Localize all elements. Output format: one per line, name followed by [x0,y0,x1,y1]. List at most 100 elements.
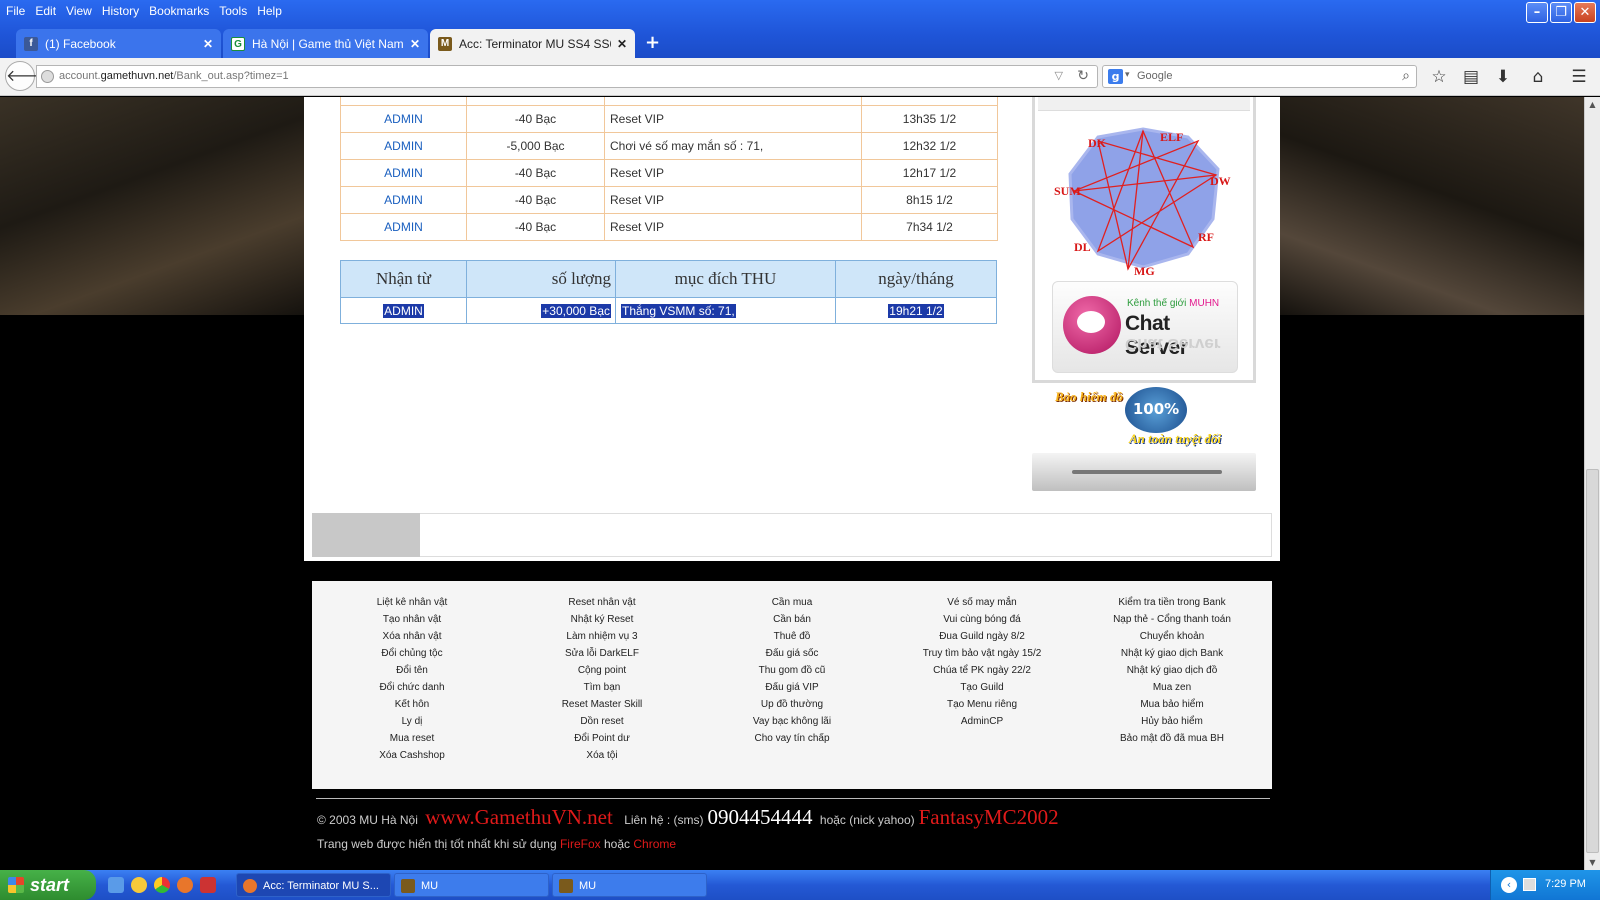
footer-link[interactable]: Kết hôn [312,699,512,716]
home-icon[interactable]: ⌂ [1525,64,1551,90]
footer-link[interactable]: Xóa tội [502,750,702,767]
scroll-up-icon[interactable]: ▲ [1585,97,1600,112]
user-link[interactable]: ADMIN [340,213,467,241]
footer-link[interactable]: Mua reset [312,733,512,750]
menu-file[interactable]: File [4,2,33,20]
footer-link[interactable]: Dồn reset [502,716,702,733]
user-link[interactable]: ADMIN [340,297,467,324]
chrome-link[interactable]: Chrome [633,837,676,851]
footer-link[interactable]: Tạo Menu riêng [882,699,1082,716]
footer-link[interactable]: Cần mua [692,597,892,614]
smiley-icon[interactable] [131,877,147,893]
taskbar-item-mu[interactable]: MU [552,873,707,897]
address-bar[interactable]: account.gamethuvn.net/Bank_out.asp?timez… [36,65,1098,88]
footer-link[interactable]: Đấu giá sốc [692,648,892,665]
google-icon[interactable]: g [1108,69,1123,84]
chrome-icon[interactable] [154,877,170,893]
tab-close-icon[interactable]: ✕ [203,37,213,51]
user-link[interactable]: ADMIN [340,159,467,187]
footer-link[interactable]: Đổi tên [312,665,512,682]
footer-link[interactable]: Nhật ký Reset [502,614,702,631]
footer-link[interactable]: Vay bạc không lãi [692,716,892,733]
bookmark-star-icon[interactable]: ☆ [1426,64,1452,90]
reload-icon[interactable]: ↻ [1077,68,1089,84]
footer-link[interactable]: Cần bán [692,614,892,631]
footer-link[interactable]: Đấu giá VIP [692,682,892,699]
history-dropdown-icon[interactable]: ▽ [1055,69,1063,82]
search-box[interactable]: g ▾ Google ⌕ [1102,65,1417,88]
footer-link[interactable]: Xóa nhân vật [312,631,512,648]
firefox-icon[interactable] [177,877,193,893]
app-icon[interactable] [200,877,216,893]
footer-link[interactable]: Chúa tể PK ngày 22/2 [882,665,1082,682]
start-button[interactable]: start [0,870,96,900]
footer-link[interactable]: Sửa lỗi DarkELF [502,648,702,665]
scroll-down-icon[interactable]: ▼ [1585,855,1600,870]
ie-icon[interactable] [108,877,124,893]
footer-link[interactable]: Mua zen [1072,682,1272,699]
footer-link[interactable]: Nạp thẻ - Cổng thanh toán [1072,614,1272,631]
menu-tools[interactable]: Tools [217,2,255,20]
footer-link[interactable]: Làm nhiệm vụ 3 [502,631,702,648]
footer-link[interactable]: Vé số may mắn [882,597,1082,614]
footer-link[interactable]: Tạo nhân vật [312,614,512,631]
menu-bookmarks[interactable]: Bookmarks [147,2,217,20]
footer-link[interactable]: Thuê đồ [692,631,892,648]
footer-link[interactable]: Vui cùng bóng đá [882,614,1082,631]
footer-link[interactable]: Hủy bảo hiểm [1072,716,1272,733]
footer-link[interactable]: Mua bảo hiểm [1072,699,1272,716]
footer-link[interactable]: Đua Guild ngày 8/2 [882,631,1082,648]
footer-link[interactable]: Thu gom đồ cũ [692,665,892,682]
footer-link[interactable]: Kiểm tra tiền trong Bank [1072,597,1272,614]
footer-link[interactable]: Truy tìm bảo vật ngày 15/2 [882,648,1082,665]
close-window-button[interactable]: ✕ [1574,2,1596,23]
menu-history[interactable]: History [100,2,147,20]
bookmarks-list-icon[interactable]: ▤ [1458,64,1484,90]
footer-link[interactable]: Bảo mật đồ đã mua BH [1072,733,1272,750]
footer-link[interactable]: Tạo Guild [882,682,1082,699]
footer-link[interactable]: AdminCP [882,716,1082,733]
menu-help[interactable]: Help [255,2,290,20]
footer-link[interactable]: Up đồ thường [692,699,892,716]
tab-account[interactable]: M Acc: Terminator MU SS4 SS6 ... ✕ [430,29,635,58]
user-link[interactable]: ADMIN [340,132,467,160]
scroll-thumb[interactable] [1586,469,1599,853]
taskbar-item-mu[interactable]: MU [394,873,549,897]
footer-link[interactable]: Liệt kê nhân vật [312,597,512,614]
footer-link[interactable]: Nhật ký giao dịch Bank [1072,648,1272,665]
footer-link[interactable]: Đổi chủng tộc [312,648,512,665]
user-link[interactable]: ADMIN [340,105,467,133]
menu-edit[interactable]: Edit [33,2,64,20]
back-button[interactable]: 🡐 [5,61,49,91]
footer-link[interactable]: Ly dị [312,716,512,733]
footer-link[interactable]: Đổi chức danh [312,682,512,699]
insurance-banner[interactable]: 100% Bảo hiểm đồ An toàn tuyệt đối [1055,387,1235,447]
taskbar-item-browser[interactable]: Acc: Terminator MU S... [236,873,391,897]
tray-app-icon[interactable] [1523,878,1536,891]
tab-close-icon[interactable]: ✕ [617,37,627,51]
footer-link[interactable]: Cộng point [502,665,702,682]
tab-facebook[interactable]: f (1) Facebook ✕ [16,29,221,58]
chat-server-banner[interactable]: Kênh thế giới MUHN Chat Server Chat Serv… [1052,281,1238,373]
minimize-button[interactable]: – [1526,2,1548,23]
engine-dropdown-icon[interactable]: ▾ [1125,70,1130,80]
new-tab-button[interactable]: + [637,29,660,58]
menu-view[interactable]: View [64,2,100,20]
menu-hamburger-icon[interactable]: ☰ [1566,64,1592,90]
footer-link[interactable]: Cho vay tín chấp [692,733,892,750]
footer-link[interactable]: Reset nhân vật [502,597,702,614]
tab-gamethu[interactable]: G Hà Nội | Game thủ Việt Nam- ... ✕ [223,29,428,58]
site-link[interactable]: www.GamethuVN.net [425,805,613,829]
footer-link[interactable]: Đổi Point dư [502,733,702,750]
search-icon[interactable]: ⌕ [1402,68,1410,84]
vertical-scrollbar[interactable]: ▲ ▼ [1584,97,1600,870]
download-icon[interactable]: ⬇ [1490,64,1516,90]
user-link[interactable]: ADMIN [340,186,467,214]
footer-link[interactable]: Reset Master Skill [502,699,702,716]
firefox-link[interactable]: FireFox [560,837,601,851]
footer-link[interactable]: Tìm bạn [502,682,702,699]
footer-link[interactable]: Chuyển khoản [1072,631,1272,648]
footer-link[interactable]: Xóa Cashshop [312,750,512,767]
tray-expand-icon[interactable]: ‹ [1501,877,1517,893]
restore-button[interactable]: ❐ [1550,2,1572,23]
